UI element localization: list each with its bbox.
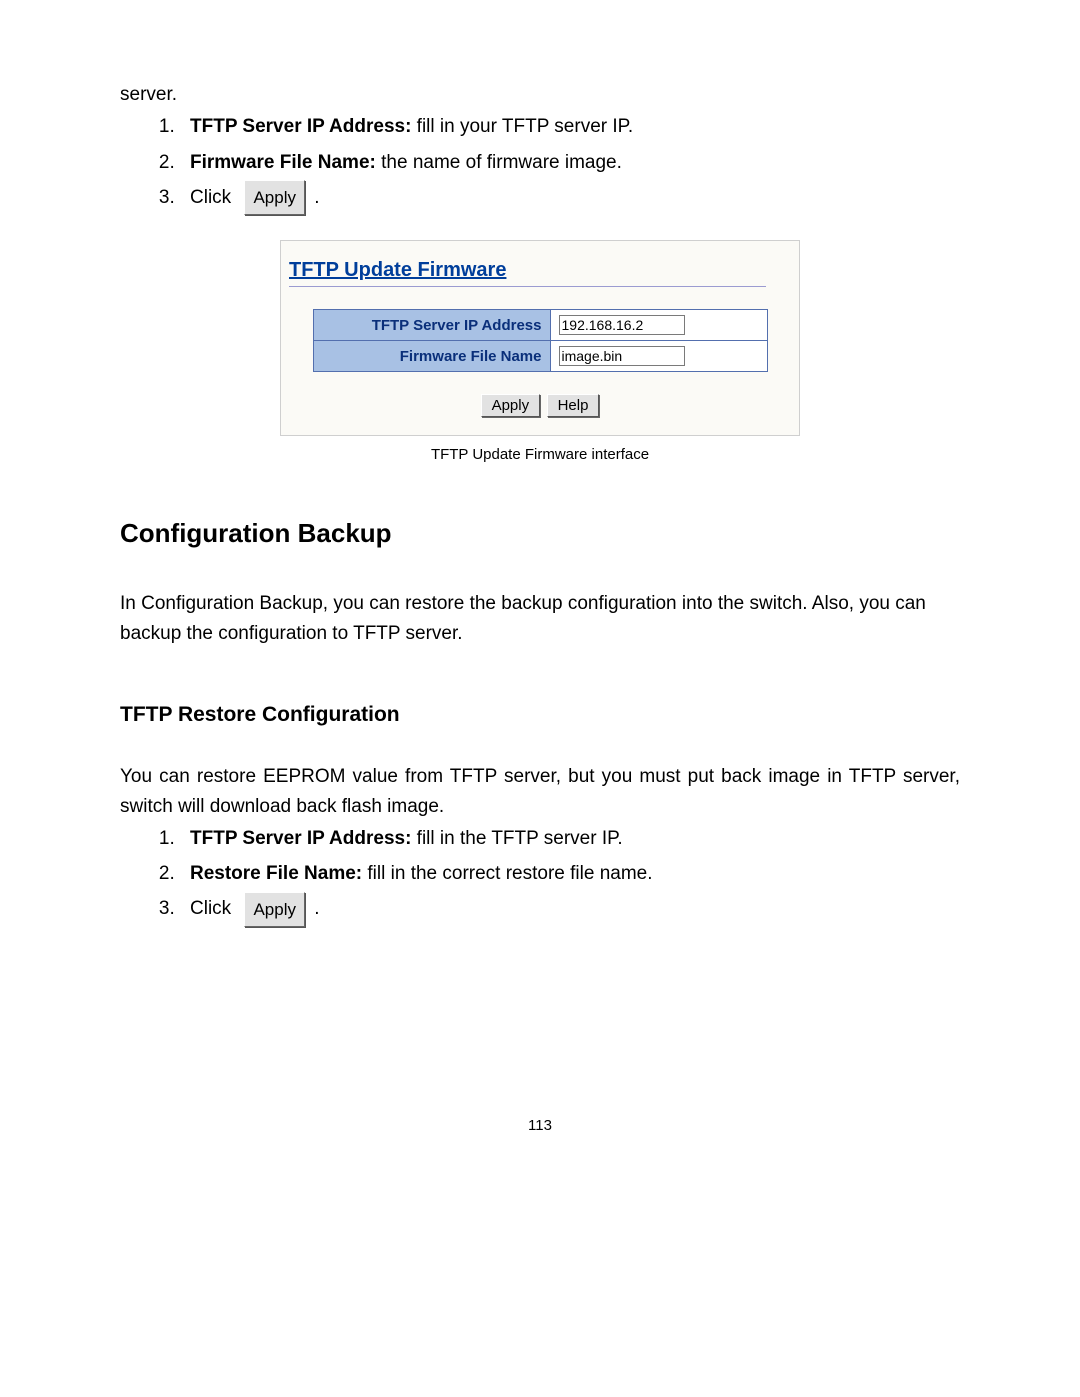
para-tftp-restore: You can restore EEPROM value from TFTP s…	[120, 762, 960, 821]
click-prefix: Click	[190, 187, 236, 208]
value-cell-ip	[550, 310, 767, 341]
list-item: Firmware File Name: the name of firmware…	[180, 145, 960, 180]
tftp-ip-input[interactable]	[559, 315, 685, 335]
click-suffix: .	[309, 898, 320, 919]
label-rest: fill in your TFTP server IP.	[411, 116, 633, 137]
label-bold: Restore File Name:	[190, 863, 362, 884]
label-rest: fill in the TFTP server IP.	[411, 828, 622, 849]
table-row: Firmware File Name	[313, 341, 767, 372]
label-rest: the name of firmware image.	[376, 152, 622, 173]
list-item: TFTP Server IP Address: fill in your TFT…	[180, 109, 960, 144]
label-bold: TFTP Server IP Address:	[190, 116, 411, 137]
label-rest: fill in the correct restore file name.	[362, 863, 652, 884]
apply-button-inline[interactable]: Apply	[244, 180, 305, 215]
click-suffix: .	[309, 187, 320, 208]
apply-button[interactable]: Apply	[481, 394, 541, 417]
list-restore-steps: TFTP Server IP Address: fill in the TFTP…	[120, 821, 960, 927]
heading-config-backup: Configuration Backup	[120, 518, 960, 549]
label-bold: Firmware File Name:	[190, 152, 376, 173]
heading-tftp-restore: TFTP Restore Configuration	[120, 703, 960, 727]
label-cell-filename: Firmware File Name	[313, 341, 550, 372]
para-config-backup: In Configuration Backup, you can restore…	[120, 589, 960, 648]
form-table: TFTP Server IP Address Firmware File Nam…	[313, 309, 768, 372]
value-cell-filename	[550, 341, 767, 372]
firmware-filename-input[interactable]	[559, 346, 685, 366]
list-item: Click Apply .	[180, 891, 960, 927]
list-firmware-steps: TFTP Server IP Address: fill in your TFT…	[120, 109, 960, 215]
label-cell-ip: TFTP Server IP Address	[313, 310, 550, 341]
list-item: Click Apply .	[180, 180, 960, 216]
page-number: 113	[120, 1117, 960, 1134]
table-row: TFTP Server IP Address	[313, 310, 767, 341]
figure-caption: TFTP Update Firmware interface	[120, 446, 960, 463]
help-button[interactable]: Help	[547, 394, 600, 417]
label-bold: TFTP Server IP Address:	[190, 828, 411, 849]
figure-tftp-update: TFTP Update Firmware TFTP Server IP Addr…	[280, 240, 800, 436]
click-prefix: Click	[190, 898, 236, 919]
list-item: TFTP Server IP Address: fill in the TFTP…	[180, 821, 960, 856]
list-item: Restore File Name: fill in the correct r…	[180, 856, 960, 891]
apply-button-inline[interactable]: Apply	[244, 892, 305, 927]
button-row: Apply Help	[281, 394, 799, 417]
intro-continuation: server.	[120, 80, 960, 109]
figure-title: TFTP Update Firmware	[289, 259, 506, 288]
